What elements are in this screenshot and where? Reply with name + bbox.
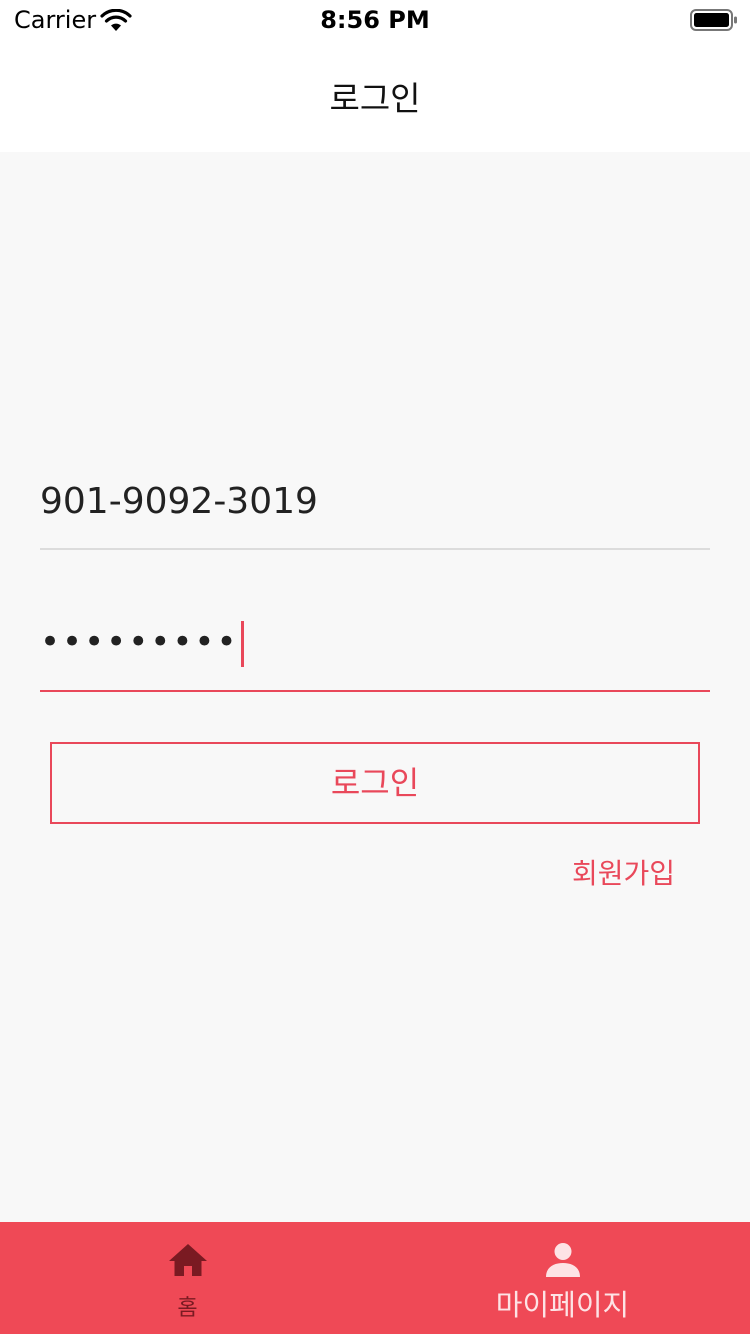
page-title: 로그인 [329, 79, 421, 118]
person-icon [546, 1243, 580, 1277]
tab-bar: 홈 마이페이지 [0, 1222, 750, 1334]
battery-icon [690, 9, 737, 31]
navigation-bar: 로그인 [0, 40, 750, 152]
phone-value: 901-9092-3019 [40, 481, 318, 522]
text-cursor [240, 620, 244, 667]
tab-mypage-label: 마이페이지 [495, 1288, 630, 1322]
tab-mypage[interactable]: 마이페이지 [375, 1222, 750, 1334]
tab-home[interactable]: 홈 [0, 1222, 375, 1334]
home-icon [169, 1244, 207, 1276]
signup-link[interactable]: 회원가입 [572, 852, 675, 892]
phone-underline [40, 548, 710, 550]
clock: 8:56 PM [320, 6, 430, 34]
login-screen: Carrier 8:56 PM 로그인 901-9092-3019 ••••••… [0, 0, 750, 1334]
password-field[interactable]: ••••••••• [40, 612, 710, 672]
login-button[interactable]: 로그인 [50, 742, 700, 824]
status-bar: Carrier 8:56 PM [0, 0, 750, 40]
password-underline [40, 690, 710, 692]
phone-field[interactable]: 901-9092-3019 [40, 472, 710, 532]
password-value: ••••••••• [40, 612, 244, 672]
password-dots: ••••••••• [40, 622, 239, 662]
tab-home-label: 홈 [177, 1296, 198, 1321]
